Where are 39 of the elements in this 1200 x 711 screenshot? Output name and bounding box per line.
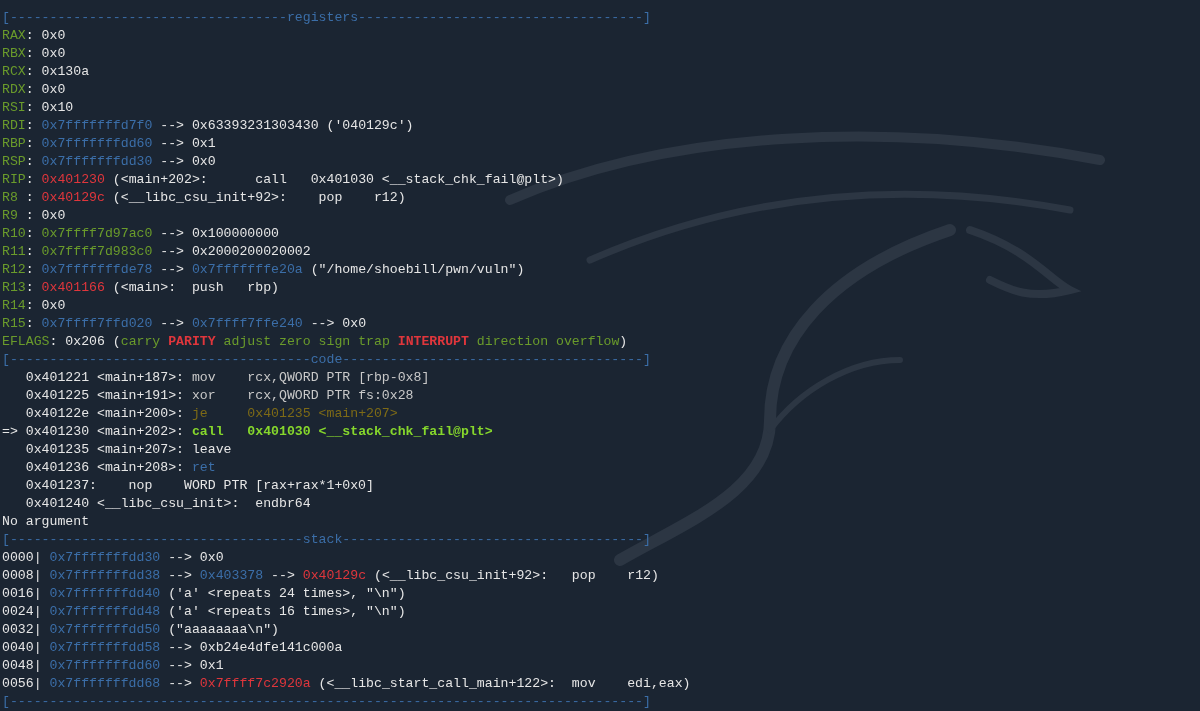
terminal-line: 0x401240 <__libc_csu_init>: endbr64 <box>24 495 311 513</box>
terminal-line: 0000| 0x7fffffffdd30 --> 0x0 <box>2 549 224 567</box>
terminal-line: R8 : 0x40129c (<__libc_csu_init+92>: pop r12) <box>2 189 406 207</box>
terminal-line: 0016| 0x7fffffffdd40 ('a' <repeats 24 times>, "\n") <box>2 585 406 603</box>
terminal-line: 0x40122e <main+200>: je 0x401235 <main+207> <box>24 405 398 423</box>
terminal-line: [-------------------------------------stack--------------------------------------] <box>2 531 651 549</box>
terminal-line: RDI: 0x7fffffffd7f0 --> 0x63393231303430 ('040129c') <box>2 117 414 135</box>
terminal-line: 0008| 0x7fffffffdd38 --> 0x403378 --> 0x40129c (<__libc_csu_init+92>: pop r12) <box>2 567 659 585</box>
terminal-line: R9 : 0x0 <box>2 207 66 225</box>
terminal-line: R12: 0x7fffffffde78 --> 0x7fffffffe20a ("/home/shoebill/pwn/vuln") <box>2 261 525 279</box>
terminal-line: => 0x401230 <main+202>: call 0x401030 <__stack_chk_fail@plt> <box>2 423 493 441</box>
terminal-line: 0040| 0x7fffffffdd58 --> 0xb24e4dfe141c000a <box>2 639 343 657</box>
terminal-line: RSI: 0x10 <box>2 99 74 117</box>
terminal-line: RIP: 0x401230 (<main+202>: call 0x401030 <__stack_chk_fail@plt>) <box>2 171 564 189</box>
terminal-line: RAX: 0x0 <box>2 27 66 45</box>
terminal-line: 0x401225 <main+191>: xor rcx,QWORD PTR fs:0x28 <box>24 387 414 405</box>
terminal-line: EFLAGS: 0x206 (carry PARITY adjust zero sign trap INTERRUPT direction overflow) <box>2 333 628 351</box>
terminal-line: 0056| 0x7fffffffdd68 --> 0x7ffff7c2920a (<__libc_start_call_main+122>: mov edi,eax) <box>2 675 691 693</box>
terminal-line: [--------------------------------------code--------------------------------------] <box>2 351 651 369</box>
terminal-line: R14: 0x0 <box>2 297 66 315</box>
terminal-line: [-----------------------------------registers------------------------------------] <box>2 9 651 27</box>
terminal-line: RDX: 0x0 <box>2 81 66 99</box>
terminal-line: 0032| 0x7fffffffdd50 ("aaaaaaaa\n") <box>2 621 279 639</box>
terminal-line: 0x401235 <main+207>: leave <box>24 441 232 459</box>
terminal-line: R15: 0x7ffff7ffd020 --> 0x7ffff7ffe240 --> 0x0 <box>2 315 367 333</box>
terminal-line: 0x401236 <main+208>: ret <box>24 459 216 477</box>
terminal-line: RBP: 0x7fffffffdd60 --> 0x1 <box>2 135 216 153</box>
terminal-line: R10: 0x7ffff7d97ac0 --> 0x100000000 <box>2 225 279 243</box>
terminal-line: 0048| 0x7fffffffdd60 --> 0x1 <box>2 657 224 675</box>
terminal-line: RBX: 0x0 <box>2 45 66 63</box>
terminal-line: R11: 0x7ffff7d983c0 --> 0x2000200020002 <box>2 243 311 261</box>
terminal-line: 0x401237: nop WORD PTR [rax+rax*1+0x0] <box>24 477 374 495</box>
terminal-line: R13: 0x401166 (<main>: push rbp) <box>2 279 279 297</box>
terminal-line: 0x401221 <main+187>: mov rcx,QWORD PTR [rbp-0x8] <box>24 369 430 387</box>
terminal-line: RSP: 0x7fffffffdd30 --> 0x0 <box>2 153 216 171</box>
terminal-line: No argument <box>2 513 90 531</box>
terminal-line: [--------------------------------------------------------------------------------] <box>2 693 651 711</box>
terminal-line: 0024| 0x7fffffffdd48 ('a' <repeats 16 times>, "\n") <box>2 603 406 621</box>
terminal-line: RCX: 0x130a <box>2 63 90 81</box>
